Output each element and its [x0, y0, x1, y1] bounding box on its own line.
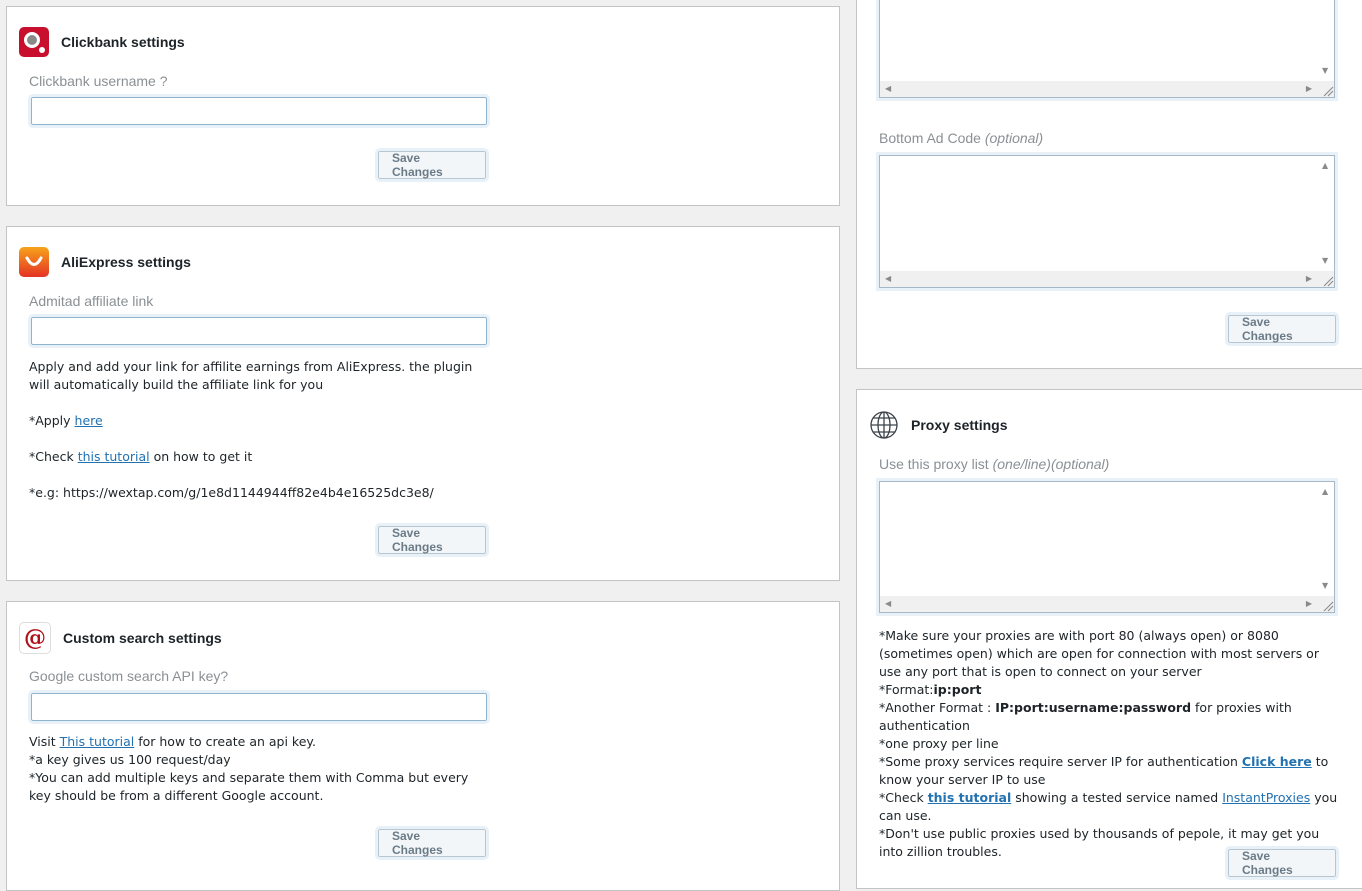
check-prefix: *Check [879, 790, 928, 805]
bottom-ad-label-text: Bottom Ad Code [879, 130, 985, 146]
apply-prefix: *Apply [29, 413, 75, 428]
visit-suffix: for how to create an api key. [134, 734, 316, 749]
instantproxies-link[interactable]: InstantProxies [1222, 790, 1310, 805]
at-sign-icon: @ [19, 622, 51, 654]
one-per-line: *one proxy per line [879, 736, 999, 751]
clickbank-settings-panel: Clickbank settings Clickbank username ? … [6, 6, 840, 206]
clickbank-username-input[interactable] [28, 94, 490, 128]
proxy-list-label-text: Use this proxy list [879, 456, 993, 472]
clickbank-logo-icon [19, 27, 49, 57]
proxy-settings-panel: Proxy settings Use this proxy list (one/… [856, 389, 1362, 889]
rate-line: *a key gives us 100 request/day [29, 752, 231, 767]
scroll-down-icon[interactable]: ▼ [1322, 257, 1328, 265]
aliexpress-description: Apply and add your link for affilite ear… [29, 358, 479, 502]
horizontal-scrollbar[interactable]: ◀ ▶ [880, 271, 1318, 287]
server-ip-line: *Some proxy services require server IP f… [879, 753, 1341, 789]
format-prefix: *Format: [879, 682, 934, 697]
aliexpress-desc-text: Apply and add your link for affilite ear… [29, 359, 473, 392]
admitad-link-label: Admitad affiliate link [29, 293, 154, 309]
another-format-line: *Another Format : IP:port:username:passw… [879, 699, 1341, 735]
scroll-right-icon[interactable]: ▶ [1306, 600, 1312, 608]
horizontal-scrollbar[interactable]: ◀ ▶ [880, 596, 1318, 612]
check-tutorial-line: *Check this tutorial showing a tested se… [879, 789, 1341, 825]
save-changes-button[interactable]: Save Changes [375, 148, 489, 182]
optional-hint: (optional) [984, 130, 1044, 146]
clickbank-username-label: Clickbank username ? [29, 73, 168, 89]
format-value: ip:port [933, 682, 982, 697]
visit-line: Visit This tutorial for how to create an… [29, 733, 479, 751]
scroll-left-icon[interactable]: ◀ [885, 275, 891, 283]
save-changes-button[interactable]: Save Changes [1225, 312, 1339, 346]
scroll-down-icon[interactable]: ▼ [1322, 67, 1328, 75]
tutorial-link[interactable]: this tutorial [78, 449, 150, 464]
bottom-ad-code-label: Bottom Ad Code (optional) [879, 130, 1043, 146]
scroll-right-icon[interactable]: ▶ [1306, 85, 1312, 93]
check-line: *Check this tutorial on how to get it [29, 448, 479, 466]
proxy-list-textarea[interactable]: ▲ ▼ ◀ ▶ [876, 478, 1338, 616]
custom-search-header: @ Custom search settings [19, 622, 222, 654]
visit-prefix: Visit [29, 734, 60, 749]
proxy-list-hint: (one/line)(optional) [992, 456, 1110, 472]
check-suffix: on how to get it [149, 449, 253, 464]
bottom-ad-code-textarea[interactable]: ▲ ▼ ◀ ▶ [876, 152, 1338, 291]
aliexpress-logo-icon [19, 247, 49, 277]
admitad-link-input[interactable] [28, 314, 490, 348]
proxy-tutorial-link[interactable]: this tutorial [928, 790, 1012, 805]
check-mid: showing a tested service named [1011, 790, 1223, 805]
scroll-right-icon[interactable]: ▶ [1306, 275, 1312, 283]
panel-title: Custom search settings [63, 630, 222, 646]
proxy-header: Proxy settings [869, 410, 1007, 440]
port-note: *Make sure your proxies are with port 80… [879, 628, 1319, 679]
server-ip-prefix: *Some proxy services require server IP f… [879, 754, 1242, 769]
aliexpress-settings-panel: AliExpress settings Admitad affiliate li… [6, 226, 840, 581]
resize-grip-icon[interactable] [1318, 596, 1334, 612]
apply-line: *Apply here [29, 412, 479, 430]
format-line: *Format:ip:port [879, 681, 1341, 699]
scroll-left-icon[interactable]: ◀ [885, 85, 891, 93]
resize-grip-icon[interactable] [1318, 81, 1334, 97]
save-changes-button[interactable]: Save Changes [375, 826, 489, 860]
vertical-scrollbar[interactable]: ▲ ▼ [1318, 482, 1334, 596]
google-api-key-label: Google custom search API key? [29, 668, 229, 684]
custom-search-settings-panel: @ Custom search settings Google custom s… [6, 601, 840, 891]
vertical-scrollbar[interactable]: ▼ [1318, 0, 1334, 81]
aliexpress-header: AliExpress settings [19, 247, 191, 277]
scroll-down-icon[interactable]: ▼ [1322, 582, 1328, 590]
scroll-left-icon[interactable]: ◀ [885, 600, 891, 608]
panel-title: Clickbank settings [61, 34, 185, 50]
panel-title: AliExpress settings [61, 254, 191, 270]
clickbank-header: Clickbank settings [19, 27, 185, 57]
proxy-list-label: Use this proxy list (one/line)(optional) [879, 456, 1109, 472]
globe-icon [869, 410, 899, 440]
check-prefix: *Check [29, 449, 78, 464]
horizontal-scrollbar[interactable]: ◀ ▶ [880, 81, 1318, 97]
another-prefix: *Another Format : [879, 700, 996, 715]
resize-grip-icon[interactable] [1318, 271, 1334, 287]
this-tutorial-link[interactable]: This tutorial [60, 734, 135, 749]
save-changes-button[interactable]: Save Changes [375, 523, 489, 557]
custom-search-description: Visit This tutorial for how to create an… [29, 733, 479, 805]
multi-key-line: *You can add multiple keys and separate … [29, 770, 469, 803]
proxy-instructions: *Make sure your proxies are with port 80… [879, 627, 1341, 861]
vertical-scrollbar[interactable]: ▲ ▼ [1318, 156, 1334, 271]
google-api-key-input[interactable] [28, 690, 490, 724]
save-changes-button[interactable]: Save Changes [1225, 846, 1339, 880]
scroll-up-icon[interactable]: ▲ [1322, 488, 1328, 496]
click-here-link[interactable]: Click here [1242, 754, 1312, 769]
panel-title: Proxy settings [911, 417, 1008, 433]
another-value: IP:port:username:password [995, 700, 1192, 715]
top-ad-code-textarea[interactable]: ▼ ◀ ▶ [876, 0, 1338, 101]
scroll-up-icon[interactable]: ▲ [1322, 162, 1328, 170]
example-line: *e.g: https://wextap.com/g/1e8d1144944ff… [29, 485, 434, 500]
ad-code-panel: ▼ ◀ ▶ Bottom Ad Code (optional) ▲ ▼ ◀ ▶ … [856, 0, 1362, 369]
apply-here-link[interactable]: here [75, 413, 103, 428]
